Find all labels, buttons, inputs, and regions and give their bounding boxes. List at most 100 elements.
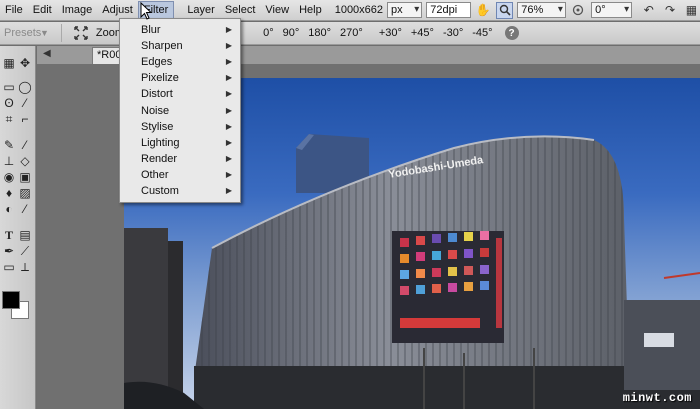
drop-icon[interactable]: ♦ <box>2 186 16 200</box>
submenu-arrow-icon: ▶ <box>225 106 232 115</box>
shape-icon[interactable]: ▭ <box>2 260 16 274</box>
menu-edit[interactable]: Edit <box>28 1 57 20</box>
filter-blur[interactable]: Blur ▶ <box>120 22 240 38</box>
submenu-arrow-icon: ▶ <box>225 170 232 179</box>
rotate-180-button[interactable]: 180° <box>308 27 331 39</box>
menu-image[interactable]: Image <box>57 1 98 20</box>
presets-arrow-icon: ▼ <box>40 28 49 38</box>
rotation-select[interactable]: 0° <box>591 2 633 18</box>
filter-lighting[interactable]: Lighting ▶ <box>120 135 240 151</box>
rotation-select-value: 0° <box>595 4 606 16</box>
filter-stylise[interactable]: Stylise ▶ <box>120 119 240 135</box>
unit-select[interactable]: px <box>387 2 423 18</box>
filter-other-label: Other <box>141 169 169 181</box>
magic-wand-icon[interactable]: ⁄ <box>18 96 32 110</box>
submenu-arrow-icon: ▶ <box>225 89 232 98</box>
separator <box>60 24 62 42</box>
filter-noise-label: Noise <box>141 105 170 117</box>
filter-distort-label: Distort <box>141 88 173 100</box>
pencil-icon[interactable]: ✎ <box>2 138 16 152</box>
grid-select-icon[interactable]: ▦ <box>2 56 16 70</box>
options-bar: Presets ▼ Zoom: 0° 90° 180° 270° +30° +4… <box>0 22 700 45</box>
stamp-icon[interactable]: ⊥ <box>2 154 16 168</box>
eyedropper-icon[interactable]: ⁄ <box>18 202 32 216</box>
resolution-value: 72dpi <box>430 4 458 16</box>
crop-icon[interactable]: ⌐ <box>18 112 32 126</box>
resolution-field[interactable]: 72dpi <box>426 2 471 18</box>
fit-screen-icon[interactable] <box>72 24 90 42</box>
menu-help[interactable]: Help <box>294 1 327 20</box>
eye-icon[interactable]: ◉ <box>2 170 16 184</box>
filter-blur-label: Blur <box>141 24 161 36</box>
rotate-270-button[interactable]: 270° <box>340 27 363 39</box>
menu-file[interactable]: File <box>0 1 28 20</box>
unit-select-value: px <box>391 4 403 16</box>
filter-sharpen-label: Sharpen <box>141 40 183 52</box>
filter-custom[interactable]: Custom ▶ <box>120 183 240 199</box>
fill-icon[interactable]: ▣ <box>18 170 32 184</box>
filter-render[interactable]: Render ▶ <box>120 151 240 167</box>
help-icon[interactable]: ? <box>504 26 519 40</box>
billboard <box>392 231 504 343</box>
redo-icon[interactable]: ↷ <box>661 2 678 19</box>
ellipse-marquee-icon[interactable]: ◯ <box>18 80 32 94</box>
filter-render-label: Render <box>141 153 178 165</box>
text-icon[interactable]: T <box>2 228 16 242</box>
tool-panel: ▦ ✥ ▭ ◯ ʘ ⁄ ⌗ ⌐ ✎ ⁄ ⊥ ◇ ◉ ▣ ♦ ▨ ◐ ⁄ T ▤ … <box>0 46 36 409</box>
step-plus45-button[interactable]: +45° <box>411 27 434 39</box>
filter-menu: Blur ▶ Sharpen ▶ Edges ▶ Pixelize ▶ Distort ▶… <box>119 18 241 203</box>
filter-pixelize[interactable]: Pixelize ▶ <box>120 70 240 86</box>
gradient-icon[interactable]: ▨ <box>18 186 32 200</box>
move-icon[interactable]: ✥ <box>18 56 32 70</box>
filter-edges[interactable]: Edges ▶ <box>120 54 240 70</box>
filter-pixelize-label: Pixelize <box>141 72 179 84</box>
submenu-arrow-icon: ▶ <box>225 57 232 66</box>
submenu-arrow-icon: ▶ <box>225 186 232 195</box>
menu-view[interactable]: View <box>260 1 294 20</box>
filter-distort[interactable]: Distort ▶ <box>120 86 240 102</box>
filter-lighting-label: Lighting <box>141 137 180 149</box>
step-minus45-button[interactable]: -45° <box>472 27 492 39</box>
brush-icon[interactable]: ⁄ <box>18 138 32 152</box>
submenu-arrow-icon: ▶ <box>225 122 232 131</box>
eraser-icon[interactable]: ◇ <box>18 154 32 168</box>
filter-other[interactable]: Other ▶ <box>120 167 240 183</box>
dodge-icon[interactable]: ◐ <box>2 202 16 216</box>
zoom-tool-icon[interactable] <box>495 1 514 19</box>
filter-edges-label: Edges <box>141 56 173 68</box>
more-icon[interactable]: ▦ <box>683 2 700 19</box>
menu-select[interactable]: Select <box>220 1 261 20</box>
rotate-0-button[interactable]: 0° <box>263 27 274 39</box>
filter-sharpen[interactable]: Sharpen ▶ <box>120 38 240 54</box>
submenu-arrow-icon: ▶ <box>225 25 232 34</box>
menu-bar: File Edit Image Adjust Filter Layer Sele… <box>0 0 700 21</box>
foreground-color-swatch[interactable] <box>2 291 20 309</box>
filter-stylise-label: Stylise <box>141 121 174 133</box>
step-plus30-button[interactable]: +30° <box>379 27 402 39</box>
pen-icon[interactable]: ✒ <box>2 244 16 258</box>
submenu-arrow-icon: ▶ <box>225 154 232 163</box>
rect-marquee-icon[interactable]: ▭ <box>2 80 16 94</box>
undo-icon[interactable]: ↶ <box>640 2 657 19</box>
lasso-icon[interactable]: ʘ <box>2 96 16 110</box>
zoom-select-value: 76% <box>521 4 544 16</box>
image-icon[interactable]: ▤ <box>18 228 32 242</box>
zoom-select[interactable]: 76% <box>517 2 566 18</box>
collapse-arrow-icon[interactable]: ◀ <box>43 48 51 59</box>
filter-noise[interactable]: Noise ▶ <box>120 103 240 119</box>
submenu-arrow-icon: ▶ <box>225 138 232 147</box>
rotate-90-button[interactable]: 90° <box>283 27 300 39</box>
submenu-arrow-icon: ▶ <box>225 73 232 82</box>
mouse-cursor-icon <box>140 2 152 20</box>
measure-icon[interactable]: ⟂ <box>18 260 32 274</box>
watermark: minwt.com <box>622 391 692 405</box>
path-icon[interactable]: ⟋ <box>18 244 32 258</box>
filter-custom-label: Custom <box>141 185 179 197</box>
hand-tool-icon[interactable]: ✋ <box>475 2 492 19</box>
step-minus30-button[interactable]: -30° <box>443 27 463 39</box>
rotate-icon[interactable] <box>570 2 587 19</box>
menu-adjust[interactable]: Adjust <box>97 1 138 20</box>
menu-layer[interactable]: Layer <box>182 1 220 20</box>
image-size-readout: 1000x662 <box>334 4 384 16</box>
transform-icon[interactable]: ⌗ <box>2 112 16 126</box>
